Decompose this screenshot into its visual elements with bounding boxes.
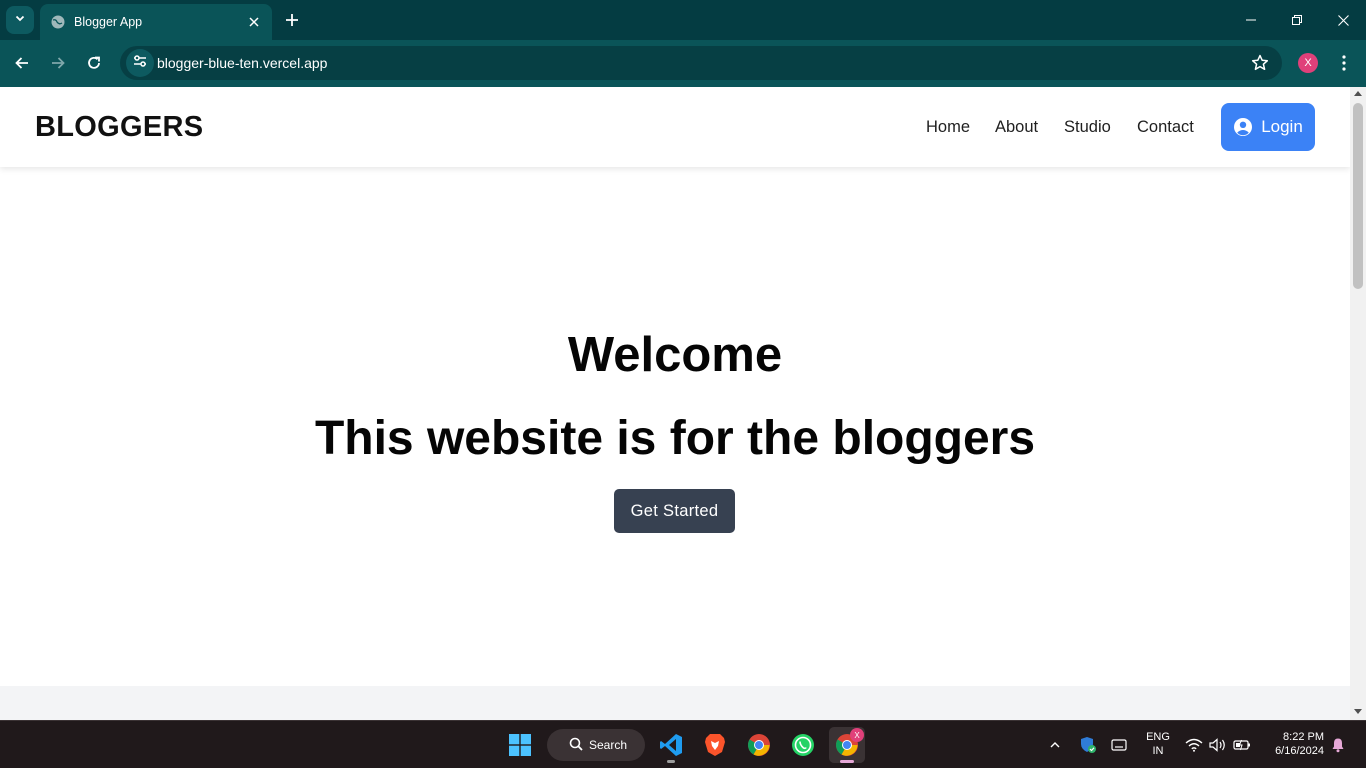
nav-studio[interactable]: Studio [1064,118,1111,137]
windows-taskbar: Search X ENG IN 8:22 PM 6/16/2024 [0,720,1366,768]
url-text: blogger-blue-ten.vercel.app [157,55,328,71]
search-label: Search [589,738,628,752]
login-label: Login [1261,117,1303,136]
close-tab-icon[interactable] [246,14,262,30]
wifi-icon[interactable] [1184,735,1204,755]
browser-toolbar: blogger-blue-ten.vercel.app X [0,40,1366,87]
chrome-profile-icon[interactable]: X [829,727,865,763]
browser-tabstrip: Blogger App [0,0,1366,40]
bookmark-star-icon[interactable] [1250,53,1270,73]
whatsapp-icon[interactable] [785,727,821,763]
profile-badge: X [850,728,864,742]
site-brand[interactable]: BLOGGERS [35,111,203,144]
scroll-thumb[interactable] [1353,103,1363,289]
tab-search-button[interactable] [6,6,34,34]
close-window-button[interactable] [1320,0,1366,40]
globe-icon [50,14,66,30]
nav-home[interactable]: Home [926,118,970,137]
hero-subtitle: This website is for the bloggers [314,412,1036,465]
profile-avatar[interactable]: X [1298,53,1318,73]
more-menu-icon[interactable] [1334,53,1354,73]
reload-button[interactable] [80,49,108,77]
running-indicator [667,760,675,763]
site-info-button[interactable] [126,49,154,77]
login-button[interactable]: Login [1221,103,1315,151]
back-button[interactable] [8,49,36,77]
browser-tab-active[interactable]: Blogger App [40,4,272,40]
battery-icon[interactable] [1232,735,1252,755]
chevron-down-icon [14,11,26,29]
taskbar-search[interactable]: Search [547,729,645,761]
address-bar[interactable]: blogger-blue-ten.vercel.app [120,46,1282,80]
forward-button[interactable] [44,49,72,77]
nav-contact[interactable]: Contact [1137,118,1194,137]
clock-date: 6/16/2024 [1275,745,1324,757]
clock-time: 8:22 PM [1283,731,1324,743]
touch-keyboard-icon[interactable] [1109,735,1129,755]
minimize-button[interactable] [1228,0,1274,40]
system-clock[interactable]: 8:22 PM 6/16/2024 [1262,730,1324,758]
page-viewport: BLOGGERS Home About Studio Contact Login… [0,87,1350,720]
running-indicator [840,760,854,763]
language-indicator[interactable]: ENG IN [1143,730,1173,758]
user-circle-icon [1233,117,1253,137]
restore-button[interactable] [1274,0,1320,40]
chevron-up-icon[interactable] [1045,735,1065,755]
vscode-icon[interactable] [653,727,689,763]
get-started-button[interactable]: Get Started [614,489,735,533]
new-tab-button[interactable] [280,8,304,32]
search-icon [569,737,583,754]
tab-title: Blogger App [74,15,143,29]
chrome-icon[interactable] [741,727,777,763]
nav-about[interactable]: About [995,118,1038,137]
notification-bell-icon[interactable] [1328,735,1348,755]
language-code: ENG [1146,731,1170,743]
windows-start-icon[interactable] [502,727,538,763]
site-header: BLOGGERS Home About Studio Contact Login [0,87,1350,167]
page-scrollbar[interactable] [1350,87,1366,720]
scroll-up-icon[interactable] [1354,91,1362,96]
brave-icon[interactable] [697,727,733,763]
footer-section [0,686,1350,720]
volume-icon[interactable] [1208,735,1228,755]
security-shield-icon[interactable] [1078,735,1098,755]
language-region: IN [1152,745,1164,757]
tune-icon [132,53,148,74]
hero-title: Welcome [567,328,783,382]
scroll-down-icon[interactable] [1354,709,1362,714]
